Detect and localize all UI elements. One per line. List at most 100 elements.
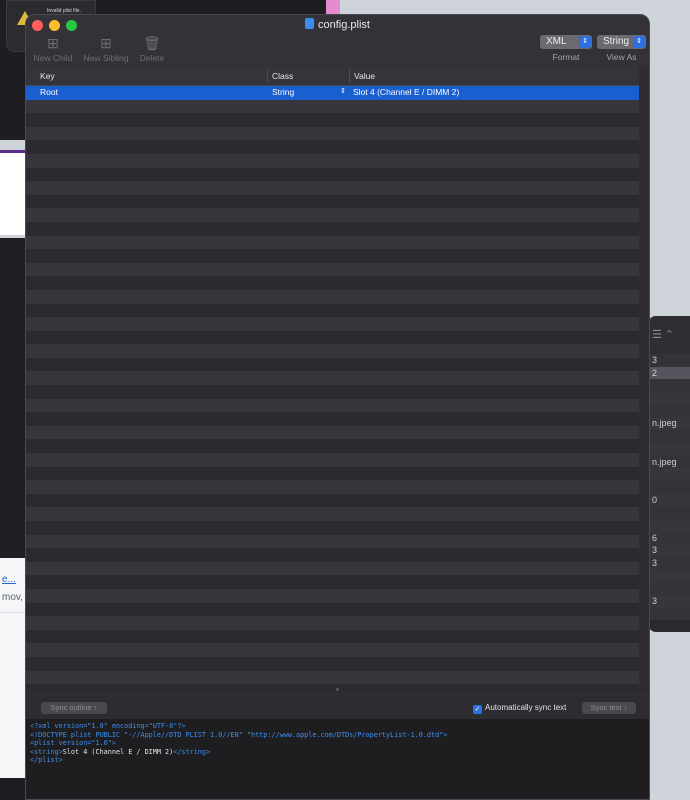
format-control: XML ⇕ Format bbox=[540, 35, 592, 62]
column-divider[interactable] bbox=[267, 69, 268, 83]
empty-row bbox=[26, 344, 639, 358]
empty-row bbox=[26, 304, 639, 318]
xml-line: <string> bbox=[30, 747, 63, 756]
background-finder-header: ☰ ⌃ bbox=[648, 316, 690, 354]
add-child-icon: ⊞ bbox=[47, 35, 59, 51]
column-header-key[interactable]: Key bbox=[40, 71, 55, 81]
xml-line: <plist version="1.0"> bbox=[30, 739, 116, 748]
empty-row bbox=[26, 453, 639, 467]
format-value: XML bbox=[546, 36, 567, 47]
background-list-item bbox=[648, 379, 690, 393]
vertical-scrollbar[interactable] bbox=[639, 67, 649, 687]
background-list-item: 3 bbox=[648, 595, 690, 608]
empty-row bbox=[26, 630, 639, 644]
background-list-item: 2 bbox=[648, 366, 690, 380]
background-list-item bbox=[648, 480, 690, 494]
format-select[interactable]: XML ⇕ bbox=[540, 35, 592, 49]
column-divider[interactable] bbox=[349, 69, 350, 83]
xml-text-editor[interactable]: <?xml version="1.0" encoding="UTF-8"?> <… bbox=[26, 719, 649, 799]
empty-row bbox=[26, 181, 639, 195]
chevron-updown-icon: ⇕ bbox=[633, 36, 645, 48]
empty-row bbox=[26, 385, 639, 399]
empty-row bbox=[26, 249, 639, 263]
xml-line: </plist> bbox=[30, 756, 63, 765]
empty-row bbox=[26, 195, 639, 209]
background-list-item bbox=[648, 442, 690, 456]
empty-row bbox=[26, 561, 639, 576]
background-list-item bbox=[648, 518, 690, 532]
table-cell-value[interactable]: Slot 4 (Channel E / DIMM 2) bbox=[353, 87, 459, 97]
class-popup-chevron-icon[interactable]: ⇕ bbox=[340, 87, 346, 95]
plist-editor-window: config.plist ⊞ New Child ⊞ New Sibling 🗑… bbox=[25, 14, 650, 800]
background-link[interactable]: e... bbox=[2, 574, 16, 585]
empty-row bbox=[26, 412, 639, 426]
xml-line: </string> bbox=[173, 747, 211, 756]
table-cell-key[interactable]: Root bbox=[40, 87, 58, 97]
empty-row bbox=[26, 494, 639, 508]
empty-row bbox=[26, 670, 639, 685]
empty-row bbox=[26, 126, 639, 141]
empty-row bbox=[26, 588, 639, 603]
window-title: config.plist bbox=[26, 18, 649, 31]
empty-row bbox=[26, 140, 639, 154]
table-row[interactable]: Root String Slot 4 (Channel E / DIMM 2) ⇕ bbox=[26, 86, 639, 100]
empty-row bbox=[26, 168, 639, 182]
empty-row bbox=[26, 262, 639, 277]
background-finder-window: ☰ ⌃ 3 2 n.jpeg n.jpeg 0 6 3 3 3 bbox=[648, 316, 690, 632]
background-list-item bbox=[648, 506, 690, 519]
column-header-value[interactable]: Value bbox=[354, 71, 375, 81]
empty-row bbox=[26, 153, 639, 168]
split-view-divider[interactable] bbox=[26, 687, 649, 691]
empty-row bbox=[26, 358, 639, 372]
background-list-item: 3 bbox=[648, 354, 690, 367]
empty-row bbox=[26, 208, 639, 222]
empty-row bbox=[26, 222, 639, 236]
background-window-edge bbox=[326, 0, 340, 14]
delete-button[interactable]: 🗑︎ Delete bbox=[136, 35, 168, 63]
background-list-item bbox=[648, 404, 690, 418]
chevron-updown-icon: ⇕ bbox=[579, 36, 591, 48]
empty-row bbox=[26, 657, 639, 671]
view-as-value: String bbox=[603, 36, 630, 47]
background-list-item bbox=[648, 468, 690, 481]
empty-row bbox=[26, 425, 639, 440]
empty-row bbox=[26, 467, 639, 481]
background-list-item bbox=[648, 582, 690, 596]
list-view-icon: ☰ ⌃ bbox=[652, 329, 675, 341]
auto-sync-checkbox[interactable]: ✓ Automatically sync text bbox=[473, 702, 566, 714]
xml-line: <!DOCTYPE plist PUBLIC "-//Apple//DTD PL… bbox=[30, 730, 448, 739]
empty-row bbox=[26, 534, 639, 549]
view-as-control: String ⇕ View As bbox=[597, 35, 646, 62]
column-header-class[interactable]: Class bbox=[272, 71, 293, 81]
xml-line: <?xml version="1.0" encoding="UTF-8"?> bbox=[30, 722, 186, 730]
empty-row bbox=[26, 371, 639, 386]
new-child-button[interactable]: ⊞ New Child bbox=[32, 35, 74, 63]
trash-icon: 🗑︎ bbox=[143, 35, 161, 51]
sync-bar: Sync outline ↑ ✓ Automatically sync text … bbox=[26, 699, 649, 719]
empty-row bbox=[26, 548, 639, 562]
table-body: Root String Slot 4 (Channel E / DIMM 2) ⇕ bbox=[26, 86, 639, 685]
empty-row bbox=[26, 99, 639, 114]
empty-row bbox=[26, 331, 639, 345]
empty-row bbox=[26, 507, 639, 521]
divider-handle[interactable] bbox=[336, 688, 339, 691]
document-icon bbox=[305, 18, 314, 29]
empty-row bbox=[26, 289, 639, 304]
view-as-label: View As bbox=[606, 52, 637, 62]
empty-row bbox=[26, 643, 639, 657]
window-title-text: config.plist bbox=[318, 19, 370, 31]
background-list-item: 0 bbox=[648, 493, 690, 507]
background-list-item bbox=[648, 430, 690, 443]
empty-row bbox=[26, 113, 639, 127]
empty-row bbox=[26, 603, 639, 617]
sync-outline-button[interactable]: Sync outline ↑ bbox=[41, 702, 107, 714]
outline-table: Key Class Value Root String Slot 4 (Channe… bbox=[26, 67, 639, 687]
background-list-item bbox=[648, 392, 690, 405]
empty-row bbox=[26, 480, 639, 494]
table-cell-class[interactable]: String bbox=[272, 87, 294, 97]
new-sibling-button[interactable]: ⊞ New Sibling bbox=[81, 35, 131, 63]
sync-text-button[interactable]: Sync text ↓ bbox=[582, 702, 636, 714]
view-as-select[interactable]: String ⇕ bbox=[597, 35, 646, 49]
background-list-item: 3 bbox=[648, 557, 690, 570]
background-list-item: 3 bbox=[648, 544, 690, 557]
